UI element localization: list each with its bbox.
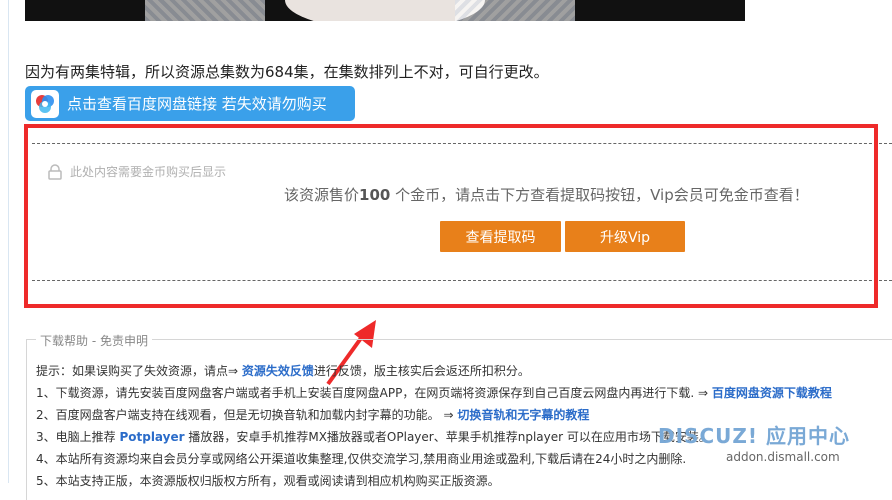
episode-notice: 因为有两集特辑，所以资源总集数为684集，在集数排列上不对，可自行更改。: [25, 63, 549, 81]
watermark-brand: DISCUZ! 应用中心: [658, 424, 850, 448]
help-text: 进行反馈，版主核实后会返还所扣积分。: [313, 364, 530, 378]
help-line: 1、下载资源，请先安装百度网盘客户端或者手机上安装百度网盘APP，在网页端将资源…: [36, 382, 892, 404]
help-text: 2、百度网盘客户端支持在线观看，但是无切换音轨和加载内封字幕的功能。 ⇒: [36, 408, 458, 422]
help-legend: 下载帮助 - 免责申明: [36, 332, 152, 349]
thumbnail-pattern-left: [145, 0, 265, 21]
baidu-pan-link-button[interactable]: 点击查看百度网盘链接 若失效请勿购买: [25, 86, 355, 121]
feedback-link[interactable]: 资源失效反馈: [242, 364, 314, 378]
audio-subtitle-tutorial-link[interactable]: 切换音轨和无字幕的教程: [457, 408, 589, 422]
discuz-watermark: DISCUZ! 应用中心 addon.dismall.com: [626, 420, 886, 470]
thumbnail-pattern-right: [455, 0, 575, 21]
help-text: 1、下载资源，请先安装百度网盘客户端或者手机上安装百度网盘APP，在网页端将资源…: [36, 386, 712, 400]
help-text: 5、本站支持正版，本资源版权归版权方所有，观看或阅读请到相应机构购买正版资源。: [36, 474, 500, 488]
baidu-netdisk-icon: [31, 89, 59, 118]
watermark-url: addon.dismall.com: [726, 450, 840, 464]
help-line: 5、本站支持正版，本资源版权归版权方所有，观看或阅读请到相应机构购买正版资源。: [36, 470, 892, 492]
left-border-rule: [8, 0, 9, 483]
red-highlight-annotation: [24, 124, 878, 308]
download-tutorial-link[interactable]: 百度网盘资源下载教程: [712, 386, 832, 400]
help-text: 4、本站所有资源均来自会员分享或网络公开渠道收集整理,仅供交流学习,禁用商业用途…: [36, 452, 687, 466]
video-thumbnail: [25, 0, 745, 21]
potplayer-link[interactable]: Potplayer: [119, 430, 184, 444]
help-text: 提示：如果误购买了失效资源，请点⇒: [36, 364, 242, 378]
help-line: 提示：如果误购买了失效资源，请点⇒ 资源失效反馈进行反馈，版主核实后会返还所扣积…: [36, 360, 892, 382]
baidu-pan-link-label: 点击查看百度网盘链接 若失效请勿购买: [67, 95, 327, 113]
help-text: 3、电脑上推荐: [36, 430, 120, 444]
